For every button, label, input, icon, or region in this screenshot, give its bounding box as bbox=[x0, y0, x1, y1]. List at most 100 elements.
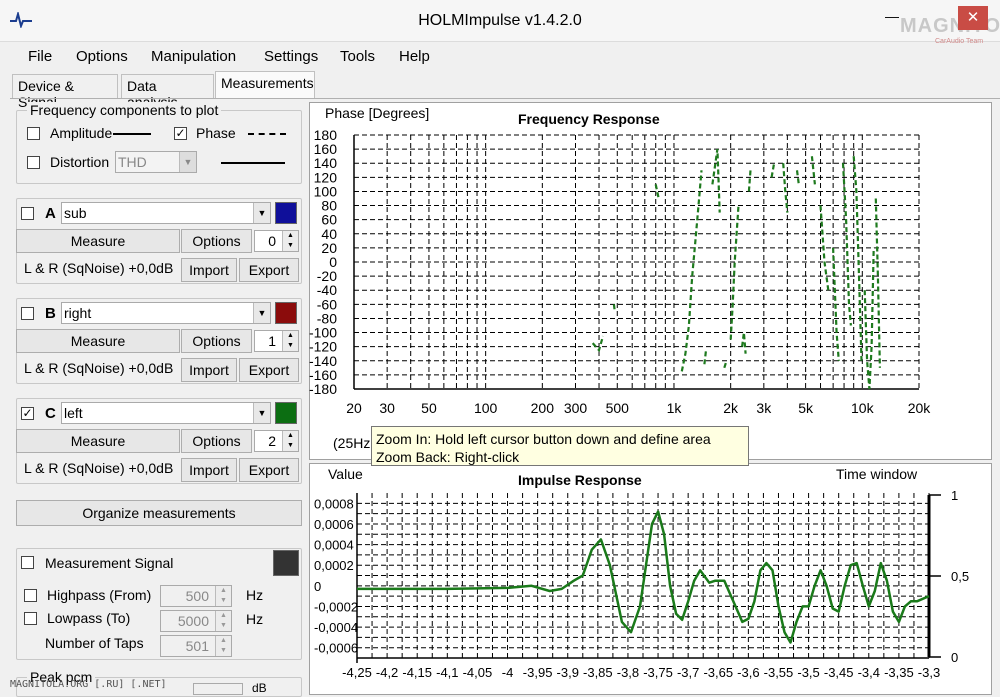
spin-up-icon[interactable]: ▲ bbox=[282, 331, 298, 341]
minimize-button[interactable]: — bbox=[880, 8, 904, 28]
measurement-b-options-button[interactable]: Options bbox=[181, 329, 252, 353]
measurement-c-info: L & R (SqNoise) +0,0dB bbox=[24, 460, 174, 476]
menu-settings[interactable]: Settings bbox=[264, 48, 318, 65]
y-tick-label: 0 bbox=[314, 579, 321, 594]
organize-measurements-button[interactable]: Organize measurements bbox=[16, 500, 302, 526]
phase-series-segment bbox=[810, 156, 816, 185]
measurement-a-checkbox[interactable] bbox=[21, 207, 34, 220]
phase-series-segment bbox=[852, 156, 863, 361]
spin-up-icon[interactable]: ▲ bbox=[282, 431, 298, 441]
x-tick-label: 5k bbox=[798, 400, 814, 416]
x-tick-label: -3,5 bbox=[797, 665, 819, 680]
distortion-checkbox[interactable] bbox=[27, 156, 40, 169]
minimize-icon: — bbox=[885, 8, 899, 24]
measurement-a-import-button[interactable]: Import bbox=[181, 258, 237, 282]
spin-down-icon[interactable]: ▼ bbox=[215, 646, 231, 656]
measurement-a-export-button[interactable]: Export bbox=[239, 258, 299, 282]
x-tick-label: -4,15 bbox=[402, 665, 432, 680]
highpass-checkbox[interactable] bbox=[24, 589, 37, 602]
spin-up-icon[interactable]: ▲ bbox=[215, 586, 231, 596]
measurement-c-color-swatch[interactable] bbox=[275, 402, 297, 424]
spin-up-icon[interactable]: ▲ bbox=[282, 231, 298, 241]
x-tick-label: 200 bbox=[531, 400, 555, 416]
amplitude-checkbox[interactable] bbox=[27, 127, 40, 140]
measurement-b-checkbox[interactable] bbox=[21, 307, 34, 320]
measurement-c-checkbox[interactable]: ✓ bbox=[21, 407, 34, 420]
measurement-c-export-button[interactable]: Export bbox=[239, 458, 299, 482]
y-tick-label: -180 bbox=[309, 381, 337, 397]
measurement-a-spin[interactable]: 0 ▲ ▼ bbox=[254, 230, 299, 252]
measurement-b-info: L & R (SqNoise) +0,0dB bbox=[24, 360, 174, 376]
x-tick-label: 2k bbox=[723, 400, 739, 416]
highpass-spin[interactable]: 500 ▲ ▼ bbox=[160, 585, 232, 607]
measurement-c-name-select[interactable]: left ▼ bbox=[61, 402, 271, 424]
menu-file[interactable]: File bbox=[28, 48, 52, 65]
measurement-c-options-button[interactable]: Options bbox=[181, 429, 252, 453]
amplitude-label: Amplitude bbox=[50, 125, 113, 141]
phase-series-segment bbox=[680, 170, 703, 372]
tab-device-signal[interactable]: Device & Signal bbox=[12, 74, 118, 110]
window-title: HOLMImpulse v1.4.2.0 bbox=[418, 12, 582, 29]
measurement-letter: B bbox=[45, 305, 56, 322]
measurement-a-color-swatch[interactable] bbox=[275, 202, 297, 224]
x-tick-label: 1k bbox=[667, 400, 683, 416]
x-tick-label: -3,95 bbox=[523, 665, 553, 680]
phase-series-segment bbox=[703, 350, 708, 365]
measurement-a-options-button[interactable]: Options bbox=[181, 229, 252, 253]
measurement-b-color-swatch[interactable] bbox=[275, 302, 297, 324]
y2-tick-label: 1 bbox=[951, 488, 958, 503]
measurement-a-name-select[interactable]: sub ▼ bbox=[61, 202, 271, 224]
x-tick-label: 10k bbox=[851, 400, 875, 416]
spin-down-icon[interactable]: ▼ bbox=[215, 621, 231, 631]
peak-field[interactable] bbox=[193, 683, 243, 695]
menu-options[interactable]: Options bbox=[76, 48, 128, 65]
phase-checkbox[interactable]: ✓ bbox=[174, 127, 187, 140]
menu-manipulation[interactable]: Manipulation bbox=[151, 48, 236, 65]
tab-measurements[interactable]: Measurements bbox=[215, 71, 315, 99]
measurement-b-name-select[interactable]: right ▼ bbox=[61, 302, 271, 324]
x-tick-label: -4 bbox=[502, 665, 514, 680]
x-tick-label: 50 bbox=[421, 400, 437, 416]
spin-down-icon[interactable]: ▼ bbox=[215, 596, 231, 606]
measurement-b-spin[interactable]: 1 ▲ ▼ bbox=[254, 330, 299, 352]
taps-label: Number of Taps bbox=[45, 635, 144, 651]
spin-up-icon[interactable]: ▲ bbox=[215, 611, 231, 621]
taps-spin[interactable]: 501 ▲ ▼ bbox=[160, 635, 232, 657]
spin-down-icon[interactable]: ▼ bbox=[282, 241, 298, 251]
phase-series-segment bbox=[723, 360, 728, 369]
measurement-b-measure-button[interactable]: Measure bbox=[16, 329, 180, 353]
x-tick-label: 20 bbox=[346, 400, 362, 416]
phase-series-segment bbox=[729, 205, 740, 340]
y-tick-label: 0,0004 bbox=[314, 538, 354, 553]
measurement-b-import-button[interactable]: Import bbox=[181, 358, 237, 382]
spin-down-icon[interactable]: ▼ bbox=[282, 341, 298, 351]
measurement-letter: A bbox=[45, 205, 56, 222]
footer-watermark: MAGNITOLA.ORG [.RU] [.NET] bbox=[10, 679, 167, 690]
distortion-select[interactable]: THD ▼ bbox=[115, 151, 197, 173]
spin-value: 1 bbox=[268, 333, 276, 349]
measurement-signal-checkbox[interactable] bbox=[21, 556, 34, 569]
impulse-response-chart[interactable]: 0,0008 0,0006 0,0004 0,0002 0 -0,0002 -0,0004 -… bbox=[309, 463, 992, 693]
tab-data-analysis[interactable]: Data analysis bbox=[121, 74, 214, 110]
measurement-signal-color-swatch[interactable] bbox=[273, 550, 299, 576]
distortion-select-value: THD bbox=[118, 154, 147, 170]
measurement-b-export-button[interactable]: Export bbox=[239, 358, 299, 382]
lowpass-checkbox[interactable] bbox=[24, 612, 37, 625]
frequency-response-chart[interactable]: 180160140120100806040200-20-40-60-80-100… bbox=[309, 102, 992, 460]
highpass-label: Highpass (From) bbox=[47, 587, 152, 603]
spin-up-icon[interactable]: ▲ bbox=[215, 636, 231, 646]
menu-tools[interactable]: Tools bbox=[340, 48, 375, 65]
spin-down-icon[interactable]: ▼ bbox=[282, 441, 298, 451]
x-tick-label: -4,2 bbox=[376, 665, 398, 680]
measurement-c-spin[interactable]: 2 ▲ ▼ bbox=[254, 430, 299, 452]
measurement-c-measure-button[interactable]: Measure bbox=[16, 429, 180, 453]
y-tick-label: -0,0006 bbox=[314, 641, 358, 656]
close-button[interactable]: ✕ bbox=[958, 6, 988, 30]
menu-help[interactable]: Help bbox=[399, 48, 430, 65]
measurement-a-measure-button[interactable]: Measure bbox=[16, 229, 180, 253]
measurement-c-import-button[interactable]: Import bbox=[181, 458, 237, 482]
lowpass-spin[interactable]: 5000 ▲ ▼ bbox=[160, 610, 232, 632]
chevron-down-icon: ▼ bbox=[179, 152, 196, 172]
amplitude-line-sample bbox=[113, 133, 151, 135]
phase-series-segment bbox=[782, 163, 789, 213]
